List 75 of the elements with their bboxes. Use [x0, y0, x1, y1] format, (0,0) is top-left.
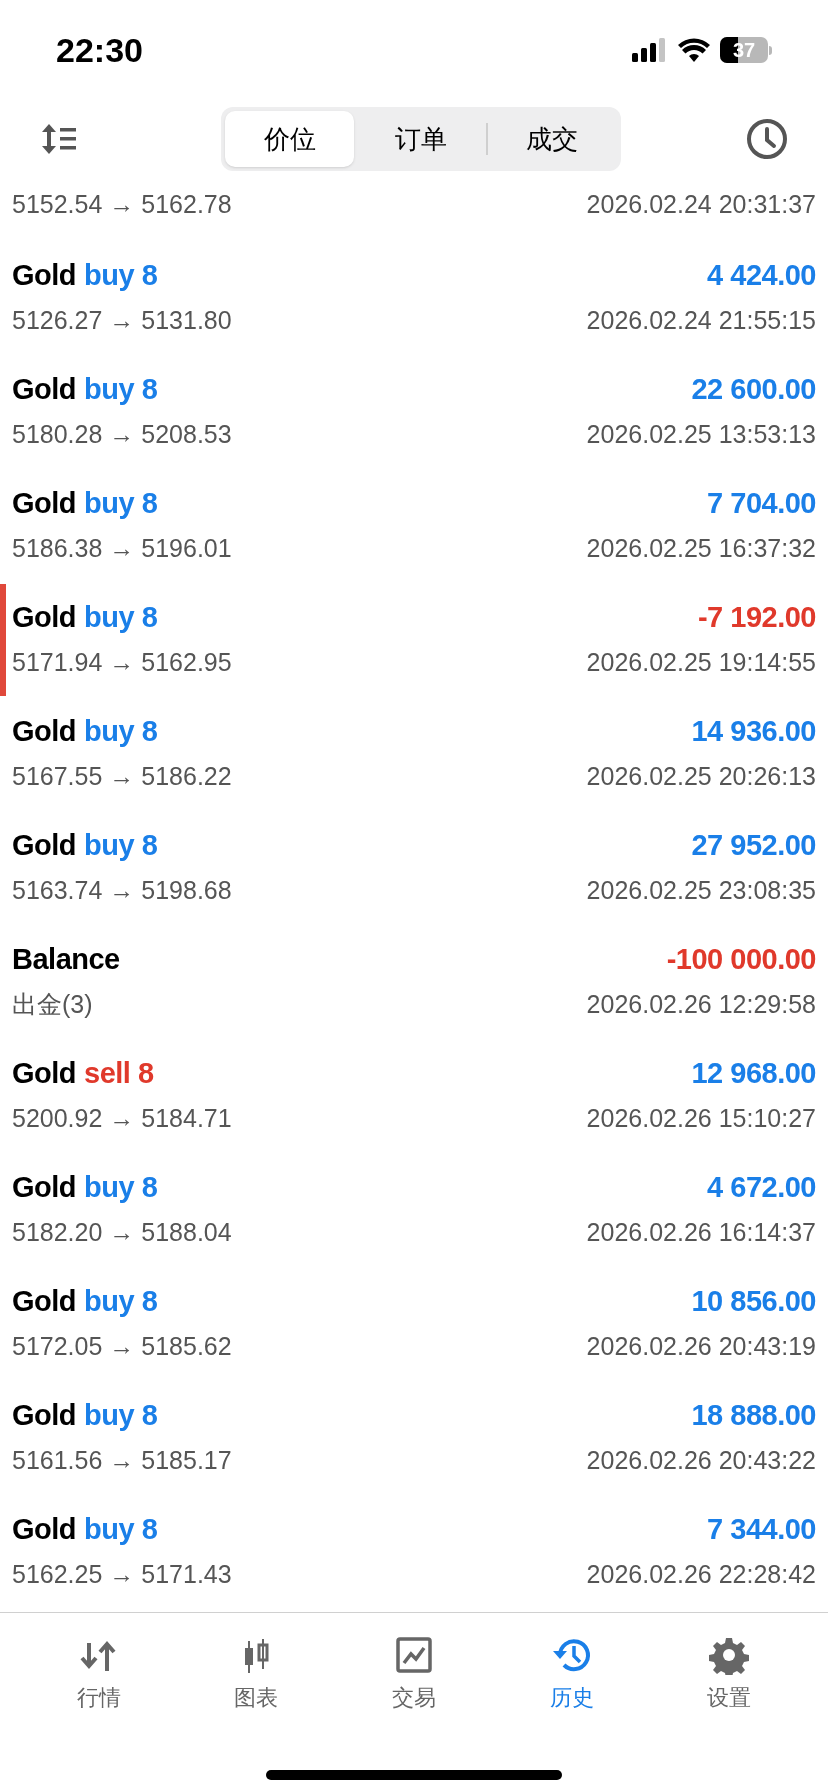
profit-amount: 7 704.00	[707, 486, 816, 522]
trade-direction: buy 8	[84, 1284, 158, 1320]
profit-amount: -7 192.00	[697, 600, 816, 636]
profit-amount: 4 424.00	[707, 258, 816, 294]
price-range: 5126.27 → 5131.80	[12, 305, 232, 337]
clock-icon[interactable]	[746, 118, 788, 160]
tab-bar-item[interactable]: 历史	[521, 1635, 622, 1714]
close-time: 2026.02.25 19:14:55	[586, 647, 816, 679]
symbol-name: Gold	[12, 1398, 77, 1434]
symbol-name: Gold	[12, 486, 77, 522]
price-range: 5200.92 → 5184.71	[12, 1103, 232, 1135]
symbol-name: Gold	[12, 372, 77, 408]
trade-direction: buy 8	[84, 1512, 158, 1548]
segment-tab[interactable]: 价位	[225, 111, 355, 167]
price-range: 5163.74 → 5198.68	[12, 875, 232, 907]
tab-bar-item[interactable]: 行情	[48, 1635, 149, 1714]
close-time: 2026.02.24 20:31:37	[586, 189, 816, 221]
close-time: 2026.02.25 20:26:13	[586, 761, 816, 793]
line-chart-icon	[394, 1635, 434, 1675]
trade-direction: sell 8	[84, 1056, 154, 1092]
segment-tab[interactable]: 成交	[487, 111, 617, 167]
price-range: 5171.94 → 5162.95	[12, 647, 232, 679]
close-time: 2026.02.26 12:29:58	[586, 989, 816, 1021]
symbol-name: Gold	[12, 1056, 77, 1092]
profit-amount: -100 000.00	[666, 942, 816, 978]
profit-amount: 18 888.00	[691, 1398, 816, 1434]
price-range: 5152.54 → 5162.78	[12, 189, 232, 221]
symbol-name: Gold	[12, 828, 77, 864]
close-time: 2026.02.26 20:43:19	[586, 1331, 816, 1363]
close-time: 2026.02.26 16:14:37	[586, 1217, 816, 1249]
price-range: 5162.25 → 5171.43	[12, 1559, 232, 1591]
symbol-name: Gold	[12, 258, 77, 294]
symbol-name: Gold	[12, 714, 77, 750]
price-range: 5182.20 → 5188.04	[12, 1217, 232, 1249]
close-time: 2026.02.25 23:08:35	[586, 875, 816, 907]
tab-bar-item[interactable]: 交易	[364, 1635, 464, 1714]
price-range: 5172.05 → 5185.62	[12, 1331, 232, 1363]
profit-amount: 22 600.00	[691, 372, 816, 408]
close-time: 2026.02.25 13:53:13	[586, 419, 816, 451]
tab-bar-item[interactable]: 图表	[206, 1635, 307, 1714]
profit-amount: 7 344.00	[707, 1512, 816, 1548]
close-time: 2026.02.24 21:55:15	[586, 305, 816, 337]
operation-type: Balance	[12, 942, 120, 978]
settings-icon	[709, 1635, 750, 1675]
symbol-name: Gold	[12, 600, 77, 636]
profit-amount: 14 936.00	[691, 714, 816, 750]
symbol-name: Gold	[12, 1512, 77, 1548]
symbol-name: Gold	[12, 1170, 77, 1206]
price-range: 5167.55 → 5186.22	[12, 761, 232, 793]
price-range: 5161.56 → 5185.17	[12, 1445, 232, 1477]
close-time: 2026.02.26 22:28:42	[586, 1559, 816, 1591]
profit-amount: 12 968.00	[691, 1056, 816, 1092]
trade-direction: buy 8	[84, 372, 158, 408]
trade-direction: buy 8	[84, 714, 158, 750]
profit-amount: 10 856.00	[691, 1284, 816, 1320]
wifi-icon	[678, 38, 710, 62]
tab-bar-item[interactable]: 设置	[679, 1635, 780, 1714]
close-time: 2026.02.26 20:43:22	[586, 1445, 816, 1477]
price-range: 5186.38 → 5196.01	[12, 533, 232, 565]
trade-direction: buy 8	[84, 1170, 158, 1206]
trade-direction: buy 8	[84, 828, 158, 864]
status-time: 22:30	[56, 29, 143, 71]
profit-amount: 27 952.00	[691, 828, 816, 864]
trade-direction: buy 8	[84, 258, 158, 294]
segment-tab[interactable]: 订单	[356, 111, 486, 167]
trade-direction: buy 8	[84, 1398, 158, 1434]
trade-direction: buy 8	[84, 486, 158, 522]
close-time: 2026.02.26 15:10:27	[586, 1103, 816, 1135]
trade-direction: buy 8	[84, 600, 158, 636]
balance-comment: 出金(3)	[12, 989, 93, 1021]
signal-icon	[632, 38, 668, 62]
profit-amount: 4 672.00	[707, 1170, 816, 1206]
close-time: 2026.02.25 16:37:32	[586, 533, 816, 565]
symbol-name: Gold	[12, 1284, 77, 1320]
price-range: 5180.28 → 5208.53	[12, 419, 232, 451]
